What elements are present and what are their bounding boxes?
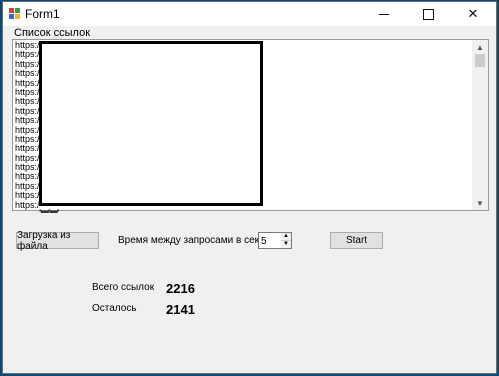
drag-ghost-icon: ▪▬▪▬▪ [39, 206, 59, 215]
blank-overlay-panel [39, 41, 263, 206]
delay-input[interactable] [261, 235, 281, 247]
start-button[interactable]: Start [330, 232, 383, 249]
app-icon-red-square [9, 8, 14, 13]
spin-down-arrow-icon[interactable]: ▼ [281, 241, 291, 248]
maximize-button[interactable] [406, 2, 450, 26]
main-window: Form1 ✕ Список ссылок https:/https:/http… [2, 1, 497, 374]
scroll-thumb[interactable] [475, 54, 485, 67]
spin-up-arrow-icon[interactable]: ▲ [281, 233, 291, 241]
total-links-label: Всего ссылок [92, 282, 155, 293]
close-icon: ✕ [467, 6, 479, 21]
links-scrollbar[interactable]: ▲ ▼ [472, 40, 488, 210]
app-icon-green-square [15, 8, 20, 13]
remaining-label: Осталось [92, 303, 137, 314]
total-links-value: 2216 [166, 281, 195, 296]
links-list-label: Список ссылок [14, 27, 91, 39]
title-bar[interactable]: Form1 ✕ [3, 2, 496, 26]
minimize-icon [379, 13, 389, 15]
minimize-button[interactable] [362, 2, 406, 26]
scroll-up-arrow-icon[interactable]: ▲ [472, 40, 488, 54]
load-from-file-button[interactable]: Загрузка из файла [16, 230, 99, 252]
window-title: Form1 [25, 7, 60, 21]
scroll-down-arrow-icon[interactable]: ▼ [472, 196, 488, 210]
spinner-buttons: ▲ ▼ [281, 233, 291, 248]
app-icon-blue-square [9, 14, 14, 19]
app-icon [9, 8, 21, 20]
remaining-value: 2141 [166, 302, 195, 317]
delay-spinner[interactable]: ▲ ▼ [258, 232, 292, 249]
maximize-icon [422, 8, 434, 20]
app-icon-yellow-square [15, 14, 20, 19]
close-button[interactable]: ✕ [451, 2, 495, 26]
